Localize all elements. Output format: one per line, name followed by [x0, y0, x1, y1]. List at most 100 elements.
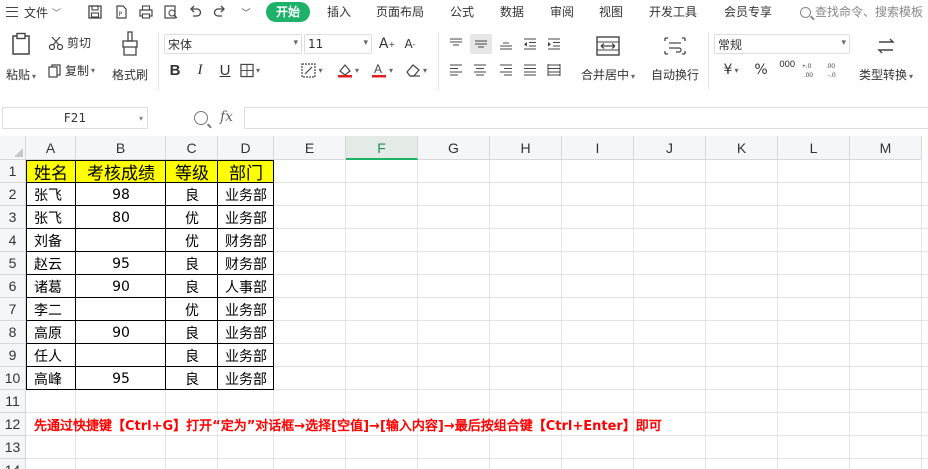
table-cell[interactable]: 90	[76, 275, 166, 298]
table-cell[interactable]: 95	[76, 252, 166, 275]
column-header-e[interactable]: E	[274, 136, 346, 160]
table-cell[interactable]: 高原	[26, 321, 76, 344]
justify-icon[interactable]	[520, 60, 540, 80]
table-cell[interactable]: 张飞	[26, 183, 76, 206]
underline-icon[interactable]: U	[216, 60, 234, 80]
font-color-icon[interactable]: A ▾	[368, 60, 396, 80]
wrap-text-button[interactable]: 自动换行	[646, 32, 704, 83]
type-convert-button[interactable]: 类型转换 ▾	[854, 32, 918, 83]
print-icon[interactable]	[137, 3, 155, 21]
table-cell[interactable]	[76, 229, 166, 252]
zoom-icon[interactable]	[194, 111, 208, 125]
command-search[interactable]: 查找命令、搜索模板	[800, 2, 923, 22]
table-header-cell[interactable]: 等级	[166, 160, 218, 184]
table-cell[interactable]: 优	[166, 206, 218, 229]
table-cell[interactable]: 良	[166, 367, 218, 390]
font-family-select[interactable]: 宋体 ▾	[164, 34, 302, 54]
increase-font-icon[interactable]: A +	[378, 34, 396, 54]
row-header-1[interactable]: 1	[0, 160, 26, 183]
row-header-10[interactable]: 10	[0, 367, 26, 390]
decrease-font-icon[interactable]: A-	[401, 34, 419, 54]
customize-quick-access-icon[interactable]: ﹀	[237, 3, 255, 21]
row-header-14[interactable]: 14	[0, 459, 26, 469]
print-preview-icon[interactable]	[162, 3, 180, 21]
cut-button[interactable]: 剪切	[48, 34, 91, 51]
table-cell[interactable]: 业务部	[218, 344, 274, 367]
currency-icon[interactable]: ¥ ▾	[718, 60, 744, 80]
align-top-icon[interactable]	[446, 34, 466, 54]
table-cell[interactable]: 财务部	[218, 252, 274, 275]
column-header-i[interactable]: I	[562, 136, 634, 160]
table-cell[interactable]: 赵云	[26, 252, 76, 275]
column-header-j[interactable]: J	[634, 136, 706, 160]
row-header-3[interactable]: 3	[0, 206, 26, 229]
table-cell[interactable]: 业务部	[218, 183, 274, 206]
tab-insert[interactable]: 插入	[327, 2, 351, 22]
tab-formulas[interactable]: 公式	[450, 2, 474, 22]
align-middle-icon[interactable]	[470, 34, 492, 54]
tab-review[interactable]: 审阅	[550, 2, 574, 22]
decrease-indent-icon[interactable]	[520, 34, 540, 54]
table-cell[interactable]: 业务部	[218, 367, 274, 390]
row-header-8[interactable]: 8	[0, 321, 26, 344]
table-cell[interactable]: 优	[166, 229, 218, 252]
table-cell[interactable]: 95	[76, 367, 166, 390]
row-header-11[interactable]: 11	[0, 390, 26, 413]
column-header-k[interactable]: K	[706, 136, 778, 160]
align-right-icon[interactable]	[496, 60, 516, 80]
table-cell[interactable]: 98	[76, 183, 166, 206]
table-cell[interactable]: 良	[166, 344, 218, 367]
export-icon[interactable]: P	[112, 3, 130, 21]
increase-indent-icon[interactable]	[544, 34, 564, 54]
fill-color-icon[interactable]: ▾	[298, 60, 326, 80]
select-all-corner[interactable]	[0, 136, 26, 160]
table-cell[interactable]: 良	[166, 183, 218, 206]
column-header-g[interactable]: G	[418, 136, 490, 160]
column-header-f[interactable]: F	[346, 136, 418, 160]
bold-icon[interactable]: B	[166, 60, 184, 80]
align-left-icon[interactable]	[446, 60, 466, 80]
borders-icon[interactable]: ▾	[240, 60, 260, 80]
row-header-5[interactable]: 5	[0, 252, 26, 275]
name-box[interactable]: F21 ▾	[2, 107, 148, 129]
thousands-separator-icon[interactable]: 000	[776, 60, 798, 80]
paste-button[interactable]: 粘贴 ▾	[4, 30, 38, 83]
table-cell[interactable]: 良	[166, 275, 218, 298]
table-cell[interactable]: 良	[166, 252, 218, 275]
copy-button[interactable]: 复制 ▾	[48, 62, 95, 79]
table-cell[interactable]: 良	[166, 321, 218, 344]
spreadsheet-grid[interactable]: ABCDEFGHIJKLM 1234567891011121314 姓名考核成绩…	[0, 136, 928, 469]
tab-developer[interactable]: 开发工具	[649, 2, 697, 22]
percent-icon[interactable]: %	[752, 60, 770, 80]
table-cell[interactable]: 业务部	[218, 298, 274, 321]
number-format-select[interactable]: 常规 ▾	[714, 34, 850, 54]
row-header-4[interactable]: 4	[0, 229, 26, 252]
align-center-icon[interactable]	[470, 60, 490, 80]
decrease-decimal-icon[interactable]: .00 -.0	[826, 60, 844, 80]
tab-page-layout[interactable]: 页面布局	[376, 2, 424, 22]
column-header-b[interactable]: B	[76, 136, 166, 160]
tab-view[interactable]: 视图	[599, 2, 623, 22]
increase-decimal-icon[interactable]: +.0.00	[802, 60, 820, 80]
table-cell[interactable]: 业务部	[218, 321, 274, 344]
table-cell[interactable]: 张飞	[26, 206, 76, 229]
format-painter-button[interactable]: 格式刷	[110, 30, 150, 83]
save-icon[interactable]	[86, 3, 104, 21]
column-header-l[interactable]: L	[778, 136, 850, 160]
column-header-c[interactable]: C	[166, 136, 218, 160]
distributed-align-icon[interactable]	[544, 60, 564, 80]
table-cell[interactable]: 任人	[26, 344, 76, 367]
column-header-m[interactable]: M	[850, 136, 922, 160]
clear-format-icon[interactable]: ▾	[402, 60, 430, 80]
table-cell[interactable]: 李二	[26, 298, 76, 321]
row-header-6[interactable]: 6	[0, 275, 26, 298]
column-header-h[interactable]: H	[490, 136, 562, 160]
table-cell[interactable]: 业务部	[218, 206, 274, 229]
merge-center-button[interactable]: 合并居中 ▾	[576, 32, 640, 83]
row-header-7[interactable]: 7	[0, 298, 26, 321]
table-header-cell[interactable]: 姓名	[26, 160, 76, 184]
redo-icon[interactable]	[211, 3, 229, 21]
table-cell[interactable]: 优	[166, 298, 218, 321]
formula-input[interactable]	[244, 107, 928, 129]
align-bottom-icon[interactable]	[496, 34, 516, 54]
